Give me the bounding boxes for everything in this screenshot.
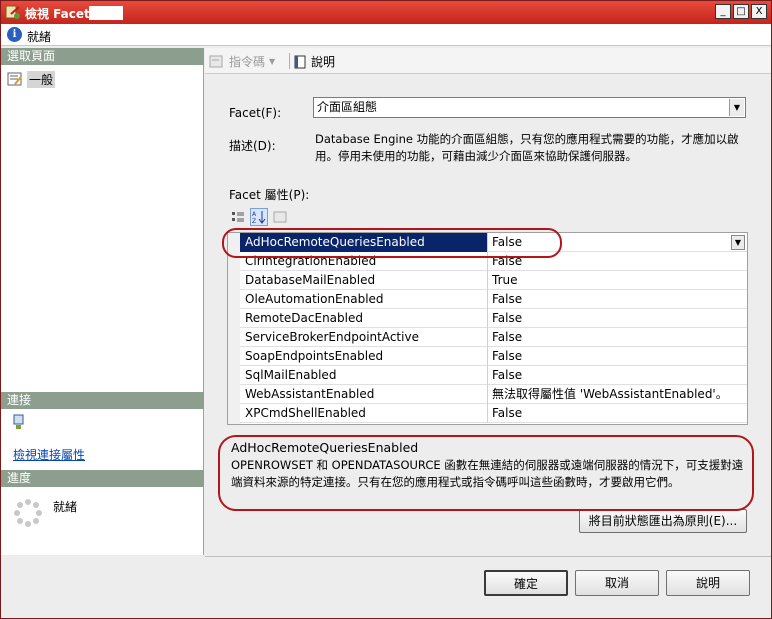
property-grid-toolbar: A Z	[229, 208, 289, 226]
property-row[interactable]: XPCmdShellEnabled False	[240, 404, 747, 423]
property-value[interactable]: False	[489, 366, 747, 385]
property-name: SqlMailEnabled	[240, 366, 488, 385]
svg-text:Z: Z	[252, 218, 256, 224]
button-bar-divider	[205, 556, 771, 557]
property-name: WebAssistantEnabled	[240, 385, 488, 404]
property-name: DatabaseMailEnabled	[240, 271, 488, 290]
facet-properties-label: Facet 屬性(P):	[229, 188, 310, 202]
property-grid-gutter	[228, 233, 240, 424]
facet-label: Facet(F):	[229, 106, 282, 120]
view-facet-window: 檢視 Facet - _ □ X i 就緒 選取頁面 一般 連接 檢視連接屬性	[0, 0, 772, 619]
status-text: 就緒	[27, 30, 52, 44]
info-icon: i	[7, 27, 22, 42]
left-pane: 選取頁面 一般 連接 檢視連接屬性 進度 就緒	[1, 48, 204, 555]
property-row[interactable]: SoapEndpointsEnabled False	[240, 347, 747, 366]
property-pages-icon	[273, 211, 287, 223]
highlight-ring-selected-property	[222, 228, 562, 258]
svg-text:A: A	[252, 211, 257, 218]
property-row[interactable]: SqlMailEnabled False	[240, 366, 747, 385]
help-toolbar-button[interactable]: 說明	[293, 53, 335, 70]
property-value[interactable]: False	[489, 290, 747, 309]
property-value[interactable]: False	[489, 404, 747, 423]
title-bar: 檢視 Facet - _ □ X	[1, 1, 771, 24]
connection-header: 連接	[1, 392, 204, 409]
script-button[interactable]: 指令碼 ▼	[209, 53, 275, 70]
property-value[interactable]: 無法取得屬性值 'WebAssistantEnabled'。	[489, 385, 747, 404]
properties-icon	[7, 72, 22, 86]
description-label: 描述(D):	[229, 139, 276, 153]
toolbar-separator	[289, 53, 290, 69]
window-title: 檢視 Facet -	[25, 7, 99, 21]
alphabetical-sort-icon: A Z	[252, 211, 266, 224]
property-value[interactable]: False	[489, 328, 747, 347]
export-as-policy-button[interactable]: 將目前狀態匯出為原則(E)...	[579, 509, 747, 533]
maximize-button[interactable]: □	[733, 4, 749, 19]
property-grid: AdHocRemoteQueriesEnabled False ▼ ClrInt…	[227, 232, 748, 425]
help-toolbar-label: 說明	[311, 55, 336, 69]
help-button[interactable]: 說明	[666, 570, 750, 596]
ok-button[interactable]: 確定	[484, 570, 568, 596]
script-label: 指令碼	[229, 55, 266, 69]
page-item-general[interactable]: 一般	[7, 70, 56, 88]
property-name: OleAutomationEnabled	[240, 290, 488, 309]
progress-header: 進度	[1, 470, 204, 487]
server-connection-icon	[13, 414, 24, 429]
property-pages-button[interactable]	[271, 208, 289, 226]
help-book-icon	[294, 55, 306, 68]
chevron-down-icon[interactable]: ▼	[729, 99, 744, 116]
property-value[interactable]: False	[489, 309, 747, 328]
page-item-label: 一般	[27, 70, 56, 88]
script-icon	[209, 55, 223, 67]
minimize-button[interactable]: _	[715, 4, 731, 19]
cancel-button[interactable]: 取消	[575, 570, 659, 596]
property-name: ServiceBrokerEndpointActive	[240, 328, 488, 347]
facet-app-icon	[5, 5, 20, 19]
description-text: Database Engine 功能的介面區組態，只有您的應用程式需要的功能，才…	[315, 132, 739, 163]
property-row[interactable]: RemoteDacEnabled False	[240, 309, 747, 328]
chevron-down-icon[interactable]: ▼	[731, 235, 745, 250]
alphabetical-button[interactable]: A Z	[250, 208, 268, 226]
property-value[interactable]: True	[489, 271, 747, 290]
toolbar: 指令碼 ▼ 說明	[205, 48, 771, 74]
status-bar: i 就緒	[1, 24, 771, 46]
select-page-header: 選取頁面	[1, 48, 204, 65]
title-redacted-block	[89, 6, 123, 20]
close-button[interactable]: X	[751, 4, 767, 19]
property-value[interactable]: False	[489, 347, 747, 366]
property-name: SoapEndpointsEnabled	[240, 347, 488, 366]
facet-select-value: 介面區組態	[317, 100, 378, 114]
property-name: XPCmdShellEnabled	[240, 404, 488, 423]
highlight-ring-help-panel	[218, 435, 754, 511]
view-connection-properties-link[interactable]: 檢視連接屬性	[13, 446, 85, 463]
facet-select[interactable]: 介面區組態 ▼	[313, 97, 746, 118]
property-name: RemoteDacEnabled	[240, 309, 488, 328]
categorized-button[interactable]	[229, 208, 247, 226]
window-controls: _ □ X	[715, 4, 767, 19]
property-row[interactable]: WebAssistantEnabled 無法取得屬性值 'WebAssistan…	[240, 385, 747, 404]
chevron-down-icon: ▼	[269, 57, 276, 66]
progress-spinner-icon	[14, 499, 42, 527]
property-row[interactable]: ServiceBrokerEndpointActive False	[240, 328, 747, 347]
property-row[interactable]: DatabaseMailEnabled True	[240, 271, 747, 290]
property-row[interactable]: OleAutomationEnabled False	[240, 290, 747, 309]
progress-status-text: 就緒	[53, 500, 78, 514]
categorized-icon	[232, 212, 244, 222]
